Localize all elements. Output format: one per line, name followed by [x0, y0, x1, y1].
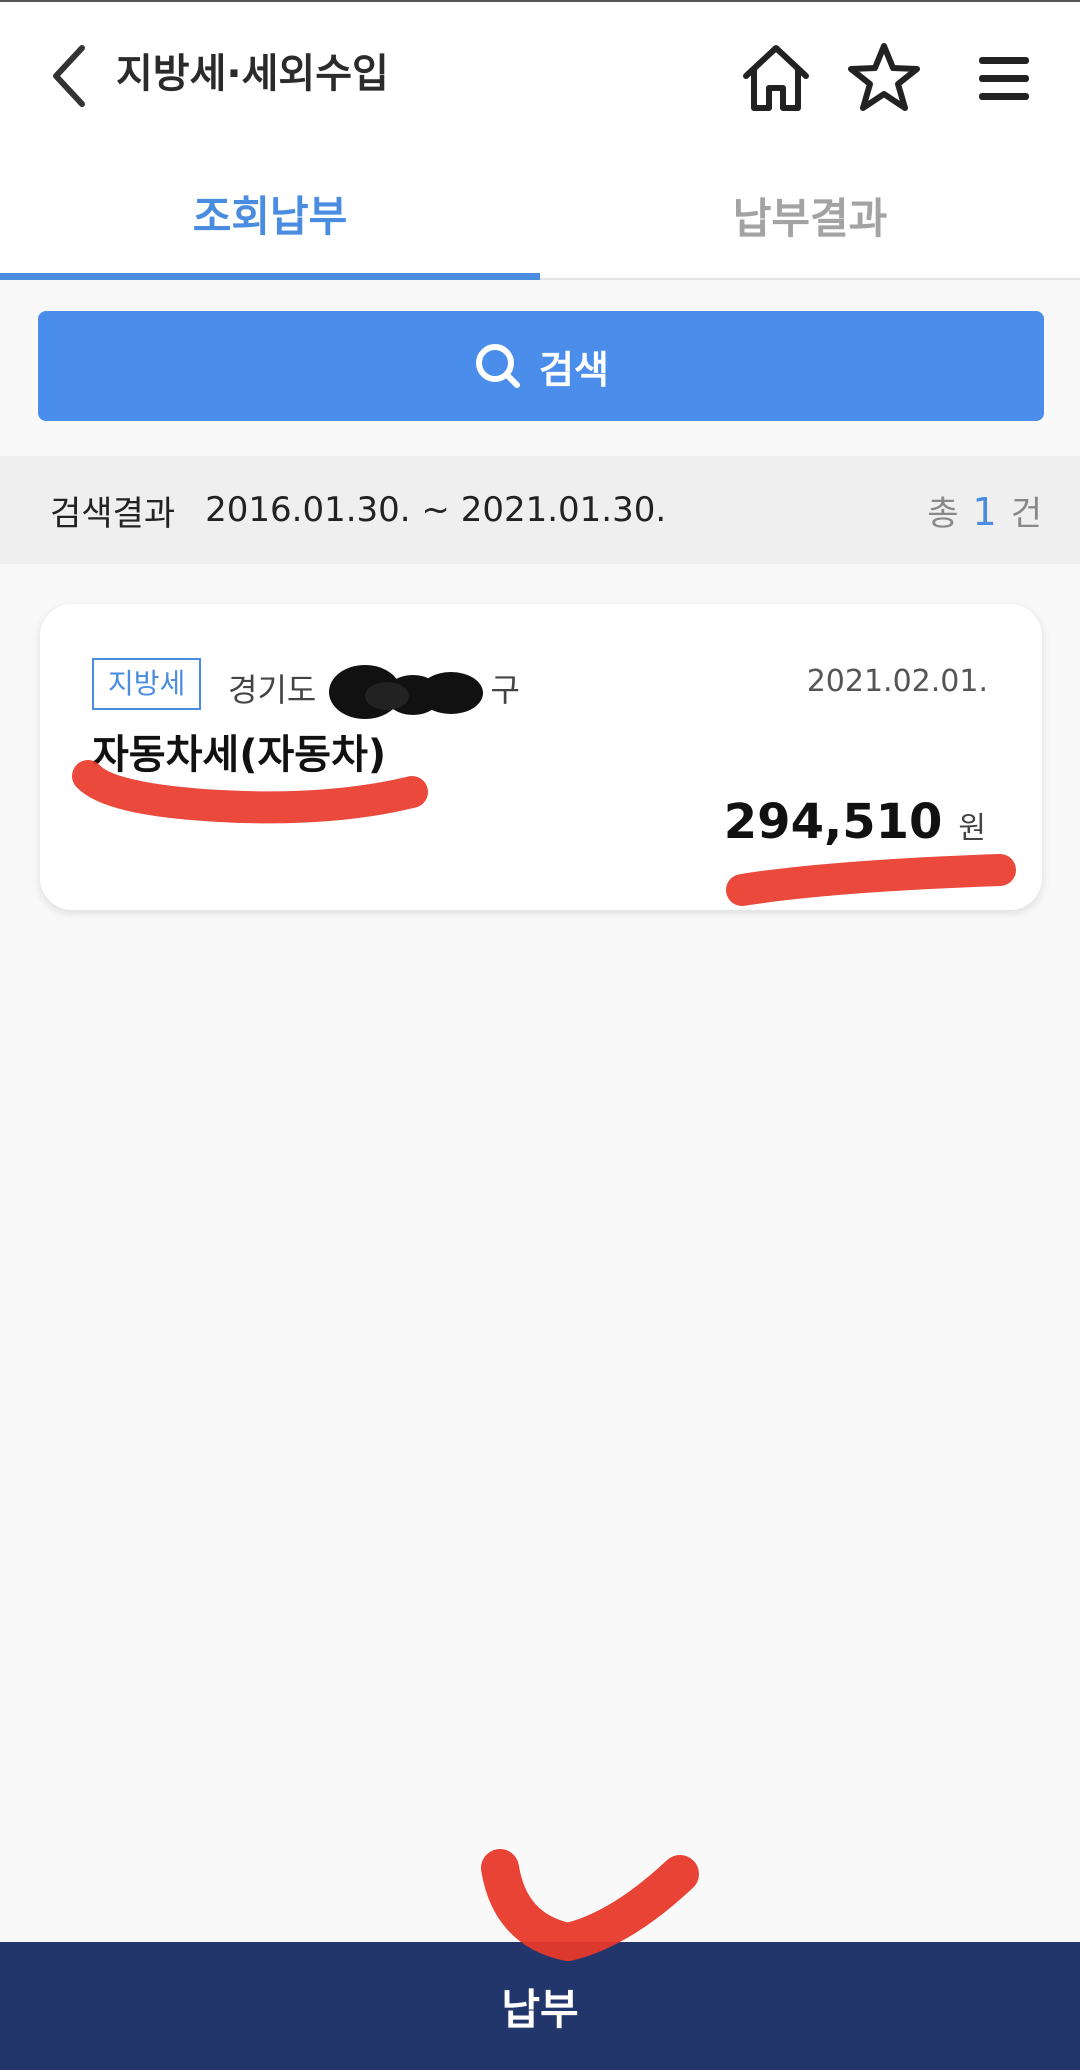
result-label: 검색결과 — [50, 493, 176, 534]
back-button[interactable] — [44, 38, 100, 114]
pay-button-label: 납부 — [501, 1984, 579, 2034]
total-count: 1 — [972, 489, 997, 534]
home-icon — [743, 45, 809, 111]
result-summary-bar: 검색결과 2016.01.30. ~ 2021.01.30. 총1건 — [0, 456, 1080, 564]
tab-inquiry-payment[interactable]: 조회납부 — [0, 150, 540, 280]
due-date: 2021.02.01. — [806, 664, 988, 699]
tab-payment-result[interactable]: 납부결과 — [540, 150, 1080, 280]
pay-button[interactable]: 납부 — [0, 1942, 1080, 2070]
tax-bill-card[interactable]: 지방세 경기도 구 2021.02.01. 자동차세(자동차) 294,510 … — [40, 604, 1042, 910]
total-prefix: 총 — [927, 493, 959, 534]
total-suffix: 건 — [1010, 493, 1042, 534]
tab-bar: 조회납부 납부결과 — [0, 150, 1080, 280]
page-title: 지방세·세외수입 — [116, 51, 389, 97]
menu-button[interactable] — [964, 38, 1044, 118]
search-icon — [476, 344, 521, 388]
amount: 294,510 원 — [724, 794, 986, 850]
home-button[interactable] — [736, 38, 816, 118]
menu-icon — [979, 57, 1029, 100]
search-button[interactable]: 검색 — [38, 311, 1044, 421]
app-header: 지방세·세외수입 — [0, 0, 1080, 150]
search-button-label: 검색 — [539, 347, 609, 392]
region-prefix: 경기도 — [228, 671, 317, 709]
redaction-scribble — [328, 665, 483, 719]
checkmark-annotation — [481, 1849, 699, 1961]
star-icon — [848, 43, 920, 111]
tax-name: 자동차세(자동차) — [92, 732, 387, 778]
amount-unit: 원 — [958, 811, 986, 846]
back-icon — [53, 45, 85, 107]
region-suffix: 구 — [490, 671, 520, 709]
result-date-range: 2016.01.30. ~ 2021.01.30. — [205, 490, 667, 530]
tax-type-badge: 지방세 — [92, 658, 202, 710]
amount-value: 294,510 — [723, 794, 943, 850]
favorite-button[interactable] — [844, 38, 924, 118]
region-text: 경기도 구 — [228, 662, 520, 722]
result-total: 총1건 — [927, 486, 1042, 535]
